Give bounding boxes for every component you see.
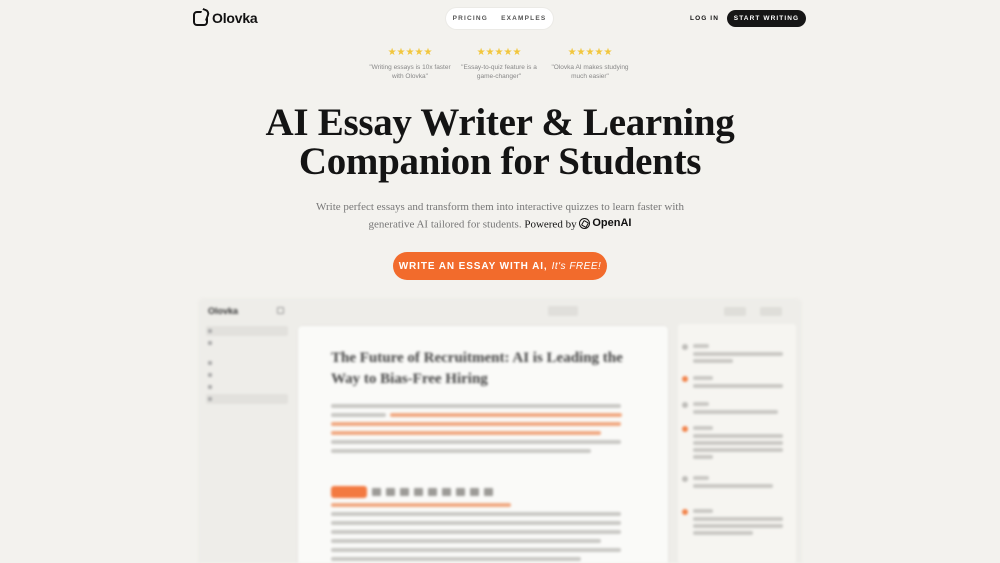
review-item: ★★★★★ "Olovka AI makes studying much eas… bbox=[545, 47, 635, 81]
openai-logo-icon bbox=[579, 217, 591, 229]
app-preview-image: Olovka The Future of Recruitment: AI is … bbox=[198, 298, 802, 563]
cta-main-label: WRITE AN ESSAY WITH AI, bbox=[398, 260, 548, 272]
preview-format-toolbar bbox=[331, 486, 493, 498]
hero-title: AI Essay Writer & Learning Companion for… bbox=[0, 103, 1000, 181]
preview-sidebar: Olovka bbox=[198, 298, 294, 563]
hero-title-line1: AI Essay Writer & Learning bbox=[265, 101, 735, 144]
preview-suggestions-panel bbox=[678, 324, 796, 563]
preview-topbar bbox=[298, 306, 678, 318]
preview-doc-title: The Future of Recruitment: AI is Leading… bbox=[331, 350, 623, 387]
preview-nav-item bbox=[206, 370, 288, 380]
start-writing-button[interactable]: START WRITING bbox=[727, 10, 806, 27]
preview-nav-item bbox=[206, 382, 288, 392]
hero-title-line2: Companion for Students bbox=[298, 140, 702, 183]
olovka-logo-icon bbox=[193, 10, 208, 26]
openai-label: OpenAI bbox=[592, 217, 632, 229]
nav-examples-link[interactable]: EXAMPLES bbox=[501, 15, 546, 22]
main-nav: PRICING EXAMPLES bbox=[446, 8, 553, 29]
preview-nav-item bbox=[206, 326, 288, 336]
review-text: "Olovka AI makes studying much easier" bbox=[551, 64, 629, 80]
openai-badge: OpenAI bbox=[579, 215, 631, 231]
star-rating-icon: ★★★★★ bbox=[567, 47, 613, 58]
cta-emphasis-label: It's FREE! bbox=[551, 260, 602, 272]
hero-subtitle: Write perfect essays and transform them … bbox=[300, 199, 700, 233]
reviews-strip: ★★★★★ "Writing essays is 10x faster with… bbox=[0, 47, 1000, 87]
review-text: "Essay-to-quiz feature is a game-changer… bbox=[461, 64, 537, 80]
logo[interactable]: Olovka bbox=[193, 10, 258, 26]
powered-by-label: Powered by bbox=[524, 218, 577, 231]
write-essay-cta-button[interactable]: WRITE AN ESSAY WITH AI, It's FREE! bbox=[393, 252, 607, 280]
review-item: ★★★★★ "Essay-to-quiz feature is a game-c… bbox=[454, 47, 544, 81]
preview-logo: Olovka bbox=[208, 306, 239, 316]
review-item: ★★★★★ "Writing essays is 10x faster with… bbox=[365, 47, 455, 81]
sidebar-toggle-icon bbox=[277, 307, 284, 314]
preview-right-panel bbox=[678, 298, 802, 563]
site-header: Olovka PRICING EXAMPLES LOG IN START WRI… bbox=[0, 0, 1000, 36]
nav-pricing-link[interactable]: PRICING bbox=[453, 15, 489, 22]
preview-nav-item bbox=[206, 358, 288, 368]
preview-nav bbox=[206, 326, 288, 406]
review-text: "Writing essays is 10x faster with Olovk… bbox=[369, 64, 451, 80]
star-rating-icon: ★★★★★ bbox=[476, 47, 522, 58]
preview-document: The Future of Recruitment: AI is Leading… bbox=[298, 326, 668, 563]
logo-text: Olovka bbox=[212, 10, 258, 26]
login-link[interactable]: LOG IN bbox=[690, 15, 719, 22]
preview-chip bbox=[548, 306, 578, 316]
preview-nav-item bbox=[206, 394, 288, 404]
preview-ai-tool-icon bbox=[331, 486, 367, 498]
preview-nav-item bbox=[206, 338, 288, 348]
star-rating-icon: ★★★★★ bbox=[387, 47, 433, 58]
